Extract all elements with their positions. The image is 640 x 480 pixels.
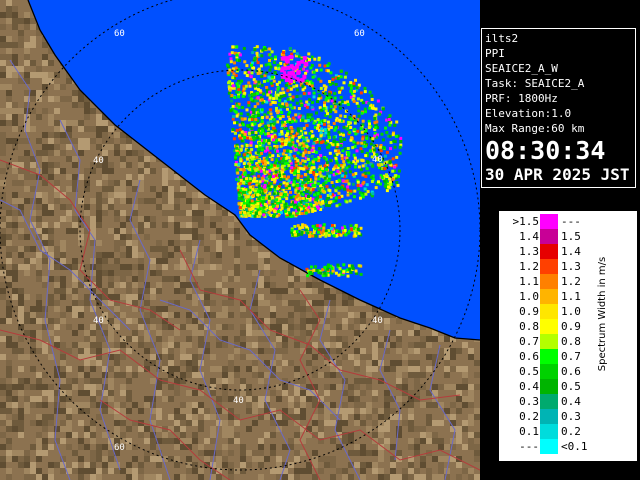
legend-swatch: [540, 259, 558, 274]
range-label: 60: [114, 443, 125, 453]
legend-swatch: [540, 349, 558, 364]
legend-lower-label: >1.5: [512, 215, 540, 228]
legend-swatch: [540, 304, 558, 319]
legend-swatch: [540, 334, 558, 349]
range-label: 60: [354, 29, 365, 39]
legend-upper-label: 0.4: [561, 395, 581, 408]
legend-lower-label: 1.0: [519, 290, 539, 303]
range-label: 40: [372, 155, 383, 165]
legend-upper-label: 0.9: [561, 320, 581, 333]
radar-ppi-display: 60 60 40 40 40 40 40 60: [0, 0, 480, 480]
legend-swatch: [540, 319, 558, 334]
legend-upper-label: 1.1: [561, 290, 581, 303]
site-name: ilts2: [485, 32, 519, 45]
legend-upper-label: 0.8: [561, 335, 581, 348]
legend-lower-label: 0.7: [519, 335, 539, 348]
legend-upper-label: 0.2: [561, 425, 581, 438]
legend-upper-label: 0.6: [561, 365, 581, 378]
legend-swatch: [540, 214, 558, 229]
legend-swatch: [540, 379, 558, 394]
legend-lower-label: 0.9: [519, 305, 539, 318]
legend-upper-label: 0.5: [561, 380, 581, 393]
legend-swatch: [540, 229, 558, 244]
legend-upper-label: 1.4: [561, 245, 581, 258]
range-label: 60: [114, 29, 125, 39]
elevation-value: Elevation:1.0: [485, 107, 572, 120]
legend-lower-label: 0.6: [519, 350, 539, 363]
prf-value: PRF: 1800Hz: [485, 92, 558, 105]
legend-swatch: [540, 394, 558, 409]
legend-upper-label: 1.2: [561, 275, 581, 288]
legend-upper-label: 0.7: [561, 350, 581, 363]
max-range-value: Max Range:60 km: [485, 122, 585, 135]
product-type: PPI: [485, 47, 505, 60]
legend-lower-label: 0.3: [519, 395, 539, 408]
range-label: 40: [93, 316, 104, 326]
legend-lower-label: ---: [519, 440, 539, 453]
legend-swatch: [540, 424, 558, 439]
range-label: 40: [233, 396, 244, 406]
legend-upper-label: 0.3: [561, 410, 581, 423]
scan-date: 30 APR 2025 JST: [485, 165, 630, 184]
legend-upper-label: 1.0: [561, 305, 581, 318]
legend-swatch: [540, 289, 558, 304]
legend-lower-label: 0.8: [519, 320, 539, 333]
legend-swatch: [540, 439, 558, 454]
legend-lower-label: 1.1: [519, 275, 539, 288]
legend-lower-label: 0.1: [519, 425, 539, 438]
legend-title: Spectrum Width in m/s: [597, 256, 608, 372]
legend-row: --- <0.1: [499, 439, 619, 454]
scan-time: 08:30:34: [485, 136, 606, 165]
task-name: Task: SEAICE2_A: [485, 77, 585, 90]
legend-lower-label: 1.3: [519, 245, 539, 258]
legend-swatch: [540, 364, 558, 379]
legend-swatch: [540, 274, 558, 289]
scan-name: SEAICE2_A_W: [485, 62, 558, 75]
range-label: 40: [93, 156, 104, 166]
legend-swatch: [540, 409, 558, 424]
legend-upper-label: <0.1: [561, 440, 588, 453]
legend-lower-label: 0.5: [519, 365, 539, 378]
legend-lower-label: 0.4: [519, 380, 539, 393]
legend-upper-label: 1.3: [561, 260, 581, 273]
info-panel: ilts2 PPI SEAICE2_A_W Task: SEAICE2_A PR…: [481, 28, 636, 188]
legend-upper-label: ---: [561, 215, 581, 228]
legend-swatch: [540, 244, 558, 259]
color-legend: >1.5 --- 1.4 1.5 1.3 1.4 1.2 1.3 1.1 1.2 1.0 1.1 0.9…: [499, 211, 637, 461]
legend-lower-label: 1.4: [519, 230, 539, 243]
legend-lower-label: 1.2: [519, 260, 539, 273]
legend-upper-label: 1.5: [561, 230, 581, 243]
legend-lower-label: 0.2: [519, 410, 539, 423]
range-label: 40: [372, 316, 383, 326]
legend-row: 0.1 0.2: [499, 424, 619, 439]
